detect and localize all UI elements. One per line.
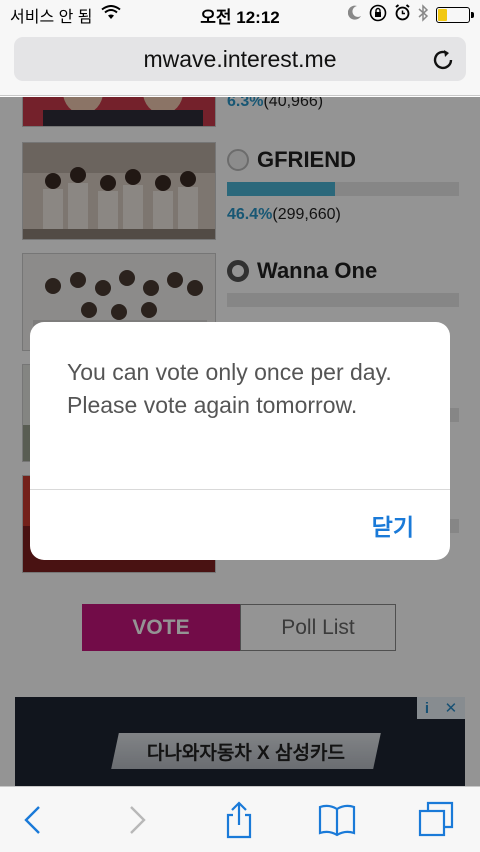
url-field[interactable]: mwave.interest.me (14, 37, 466, 81)
bluetooth-icon (418, 3, 429, 27)
chevron-left-icon[interactable] (12, 799, 54, 841)
browser-toolbar (0, 786, 480, 852)
share-icon[interactable] (218, 799, 260, 841)
tabs-icon[interactable] (416, 799, 458, 841)
divider (30, 489, 450, 490)
alarm-icon (394, 4, 411, 26)
rotation-lock-icon (369, 4, 387, 27)
url-text: mwave.interest.me (143, 45, 337, 72)
browser-address-area: mwave.interest.me (0, 30, 480, 96)
battery-icon (436, 7, 474, 23)
chevron-right-icon[interactable] (116, 799, 158, 841)
close-button[interactable]: 닫기 (372, 508, 414, 542)
reload-icon[interactable] (430, 47, 456, 73)
carrier-label: 서비스 안 됨 (10, 9, 93, 26)
moon-icon (347, 5, 362, 25)
battery-fill (438, 9, 447, 21)
alert-message: You can vote only once per day. Please v… (67, 359, 392, 418)
wifi-icon (100, 5, 121, 25)
status-bar: 서비스 안 됨 오전 12:12 (0, 0, 480, 30)
alert-dialog: You can vote only once per day. Please v… (30, 322, 450, 560)
book-icon[interactable] (316, 799, 358, 841)
